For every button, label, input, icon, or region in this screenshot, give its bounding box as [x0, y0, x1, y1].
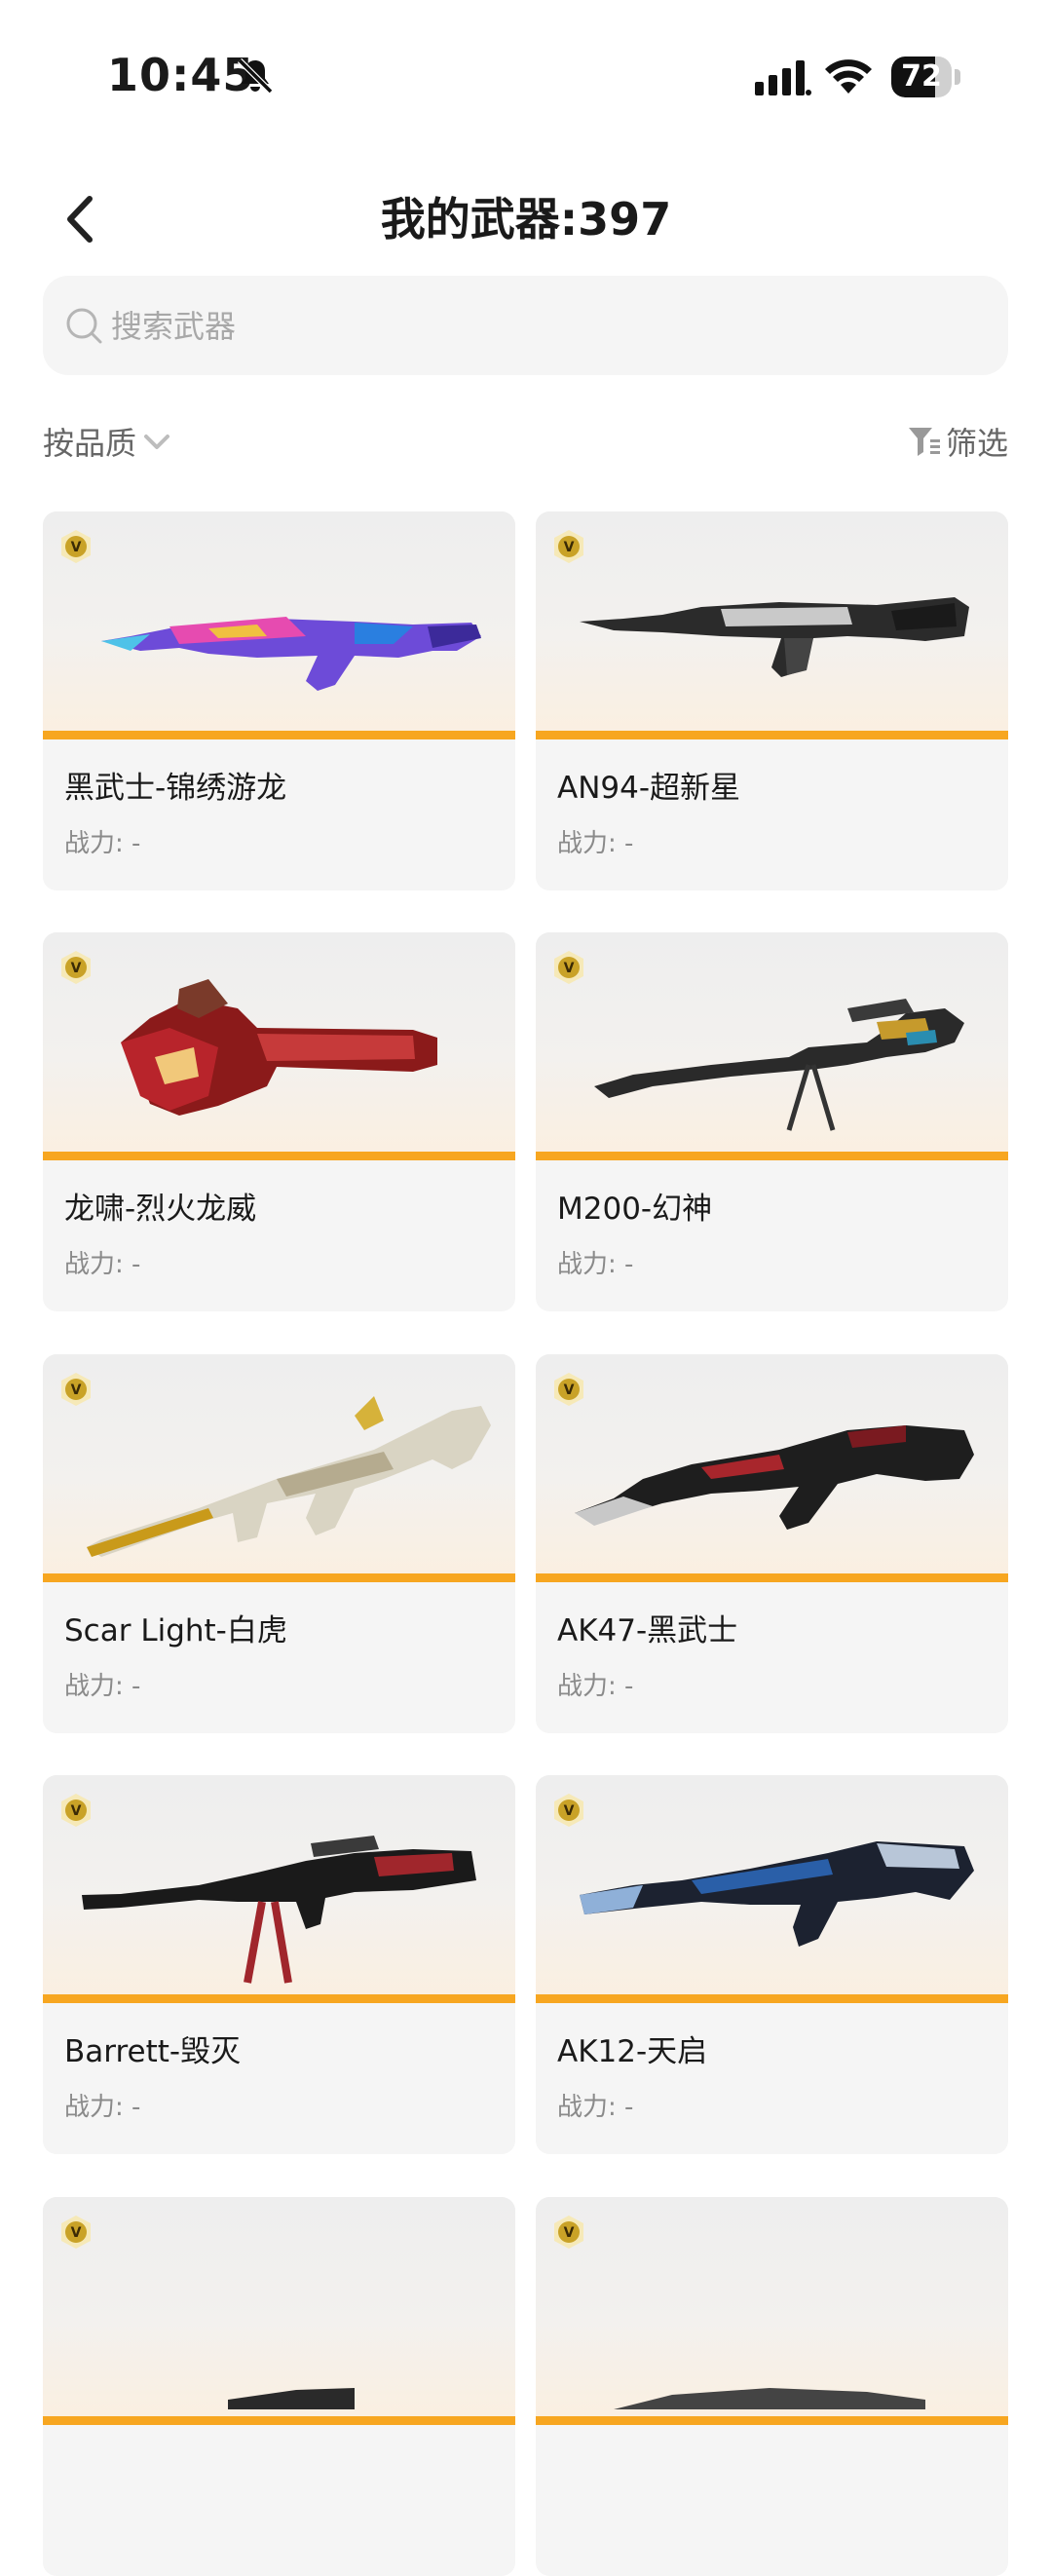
weapon-artwork: [62, 950, 496, 1145]
weapon-card[interactable]: V: [43, 2197, 515, 2576]
weapon-artwork: [62, 2215, 496, 2409]
weapon-name: Scar Light-白虎: [64, 1613, 287, 1648]
svg-text:V: V: [71, 1803, 82, 1819]
vip-badge-icon: V: [554, 951, 583, 984]
weapon-card[interactable]: V M200-幻神战力: -: [536, 932, 1008, 1311]
weapon-image: V: [536, 932, 1008, 1160]
battery-percent: 72: [901, 59, 942, 94]
vip-badge-icon: V: [554, 1373, 583, 1406]
weapon-power: 战力: -: [557, 1672, 634, 1701]
svg-text:V: V: [71, 2225, 82, 2241]
chevron-down-icon: [144, 435, 170, 449]
filter-label: 筛选: [945, 425, 1008, 462]
back-button[interactable]: [49, 185, 117, 253]
weapon-name: Barrett-毁灭: [64, 2034, 242, 2069]
status-bar: 10:45 72: [0, 0, 1052, 146]
weapon-power: 战力: -: [557, 829, 634, 858]
search-icon: [66, 308, 102, 344]
bell-muted-icon: [237, 57, 274, 95]
weapon-image: V: [536, 1354, 1008, 1582]
svg-text:V: V: [564, 540, 575, 555]
weapon-card[interactable]: V Barrett-毁灭战力: -: [43, 1775, 515, 2154]
weapon-power: 战力: -: [557, 1250, 634, 1279]
weapon-artwork: [555, 2215, 989, 2409]
vip-badge-icon: V: [554, 1794, 583, 1827]
weapon-card[interactable]: V: [536, 2197, 1008, 2576]
svg-text:V: V: [71, 961, 82, 976]
weapon-artwork: [62, 529, 496, 724]
weapon-card[interactable]: V Scar Light-白虎战力: -: [43, 1354, 515, 1733]
weapon-power: 战力: -: [557, 2093, 634, 2122]
weapon-power: 战力: -: [64, 1250, 141, 1279]
svg-text:V: V: [71, 1383, 82, 1398]
weapon-power: 战力: -: [64, 2093, 141, 2122]
weapon-card[interactable]: V AN94-超新星战力: -: [536, 511, 1008, 890]
svg-text:V: V: [564, 1383, 575, 1398]
weapon-card[interactable]: V AK47-黑武士战力: -: [536, 1354, 1008, 1733]
sort-by-quality-dropdown[interactable]: 按品质: [43, 417, 173, 466]
weapon-power: 战力: -: [64, 829, 141, 858]
weapon-name: AK12-天启: [557, 2034, 708, 2069]
weapon-image: V: [536, 511, 1008, 739]
weapon-power: 战力: -: [64, 1672, 141, 1701]
filter-icon: [908, 428, 940, 456]
weapon-image: V: [43, 932, 515, 1160]
weapon-artwork: [555, 1372, 989, 1567]
weapon-card[interactable]: V 龙啸-烈火龙威战力: -: [43, 932, 515, 1311]
weapon-image: V: [536, 2197, 1008, 2425]
svg-text:V: V: [71, 540, 82, 555]
page-title: 我的武器:397: [380, 193, 672, 246]
weapon-name: 龙啸-烈火龙威: [64, 1192, 257, 1227]
weapon-name: AK47-黑武士: [557, 1613, 738, 1648]
weapon-artwork: [62, 1793, 496, 1988]
signal-icon: [755, 60, 811, 95]
vip-badge-icon: V: [554, 530, 583, 563]
weapon-artwork: [555, 950, 989, 1145]
vip-badge-icon: V: [61, 530, 91, 563]
weapon-artwork: [555, 1793, 989, 1988]
battery-indicator: 72: [891, 57, 961, 97]
svg-text:V: V: [564, 1803, 575, 1819]
weapon-name: 黑武士-锦绣游龙: [64, 771, 287, 806]
weapon-artwork: [62, 1372, 496, 1567]
vip-badge-icon: V: [61, 951, 91, 984]
weapon-image: V: [43, 1354, 515, 1582]
filter-button[interactable]: 筛选: [907, 417, 1008, 466]
weapon-card[interactable]: V 黑武士-锦绣游龙战力: -: [43, 511, 515, 890]
weapon-image: V: [43, 511, 515, 739]
vip-badge-icon: V: [554, 2216, 583, 2249]
weapon-artwork: [555, 529, 989, 724]
wifi-icon: [825, 59, 872, 94]
svg-text:V: V: [564, 2225, 575, 2241]
weapon-image: V: [536, 1775, 1008, 2003]
status-time: 10:45: [107, 49, 255, 101]
weapon-image: V: [43, 2197, 515, 2425]
search-input[interactable]: [109, 295, 970, 358]
weapon-name: M200-幻神: [557, 1192, 713, 1227]
vip-badge-icon: V: [61, 1794, 91, 1827]
vip-badge-icon: V: [61, 2216, 91, 2249]
sort-label: 按品质: [43, 425, 137, 462]
svg-text:V: V: [564, 961, 575, 976]
vip-badge-icon: V: [61, 1373, 91, 1406]
weapon-card[interactable]: V AK12-天启战力: -: [536, 1775, 1008, 2154]
weapon-name: AN94-超新星: [557, 771, 741, 806]
weapon-image: V: [43, 1775, 515, 2003]
